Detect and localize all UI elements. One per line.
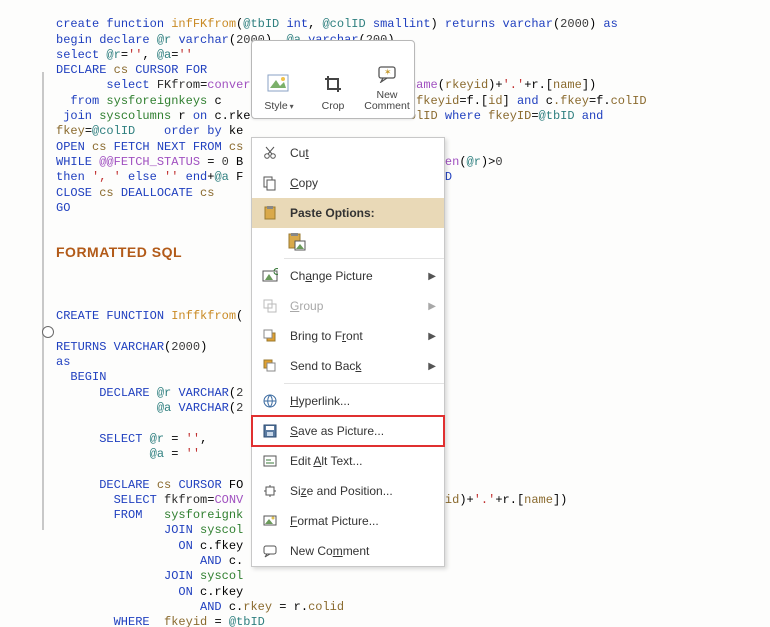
page: { "code_line1": "create function infFKfr… [0,0,770,627]
size-position-icon [258,481,282,501]
menu-item-cut-label: Cut [290,146,436,160]
group-icon [258,296,282,316]
chevron-down-icon: ▾ [290,102,294,111]
menu-item-hyperlink-label: Hyperlink... [290,394,436,408]
menu-item-format-picture-label: Format Picture... [290,514,436,528]
menu-item-paste-options[interactable]: Paste Options: [252,198,444,228]
menu-item-save-as-picture-label: Save as Picture... [290,424,436,438]
style-label: Style [264,100,287,112]
crop-label: Crop [322,100,345,112]
style-button[interactable]: Style▾ [252,41,306,118]
selection-bar [42,72,44,530]
paste-option-picture[interactable] [252,228,444,256]
bring-front-icon [258,326,282,346]
menu-item-send-to-back[interactable]: Send to Back ▶ [252,351,444,381]
menu-item-edit-alt-text-label: Edit Alt Text... [290,454,436,468]
context-menu: Cut Copy Paste Options: Change Picture ▶… [251,137,445,567]
format-picture-icon [258,511,282,531]
crop-button[interactable]: Crop [306,41,360,118]
menu-item-bring-to-front-label: Bring to Front [290,329,422,343]
menu-item-hyperlink[interactable]: Hyperlink... [252,386,444,416]
menu-item-send-to-back-label: Send to Back [290,359,422,373]
new-comment-icon: ✶ [375,62,399,86]
menu-item-change-picture[interactable]: Change Picture ▶ [252,261,444,291]
menu-item-size-position-label: Size and Position... [290,484,436,498]
svg-text:✶: ✶ [384,67,392,77]
copy-icon [258,173,282,193]
chevron-right-icon: ▶ [428,271,436,282]
crop-icon [321,72,345,96]
menu-item-paste-options-label: Paste Options: [290,206,436,220]
separator [284,258,444,259]
hyperlink-icon [258,391,282,411]
menu-item-cut[interactable]: Cut [252,138,444,168]
menu-item-bring-to-front[interactable]: Bring to Front ▶ [252,321,444,351]
change-picture-icon [258,266,282,286]
separator [284,383,444,384]
new-comment-label-2: Comment [364,100,410,112]
style-icon [267,72,291,96]
scissors-icon [258,143,282,163]
new-comment-icon [258,541,282,561]
picture-mini-toolbar: Style▾ Crop ✶ NewComment [251,40,415,119]
menu-item-copy[interactable]: Copy [252,168,444,198]
anchor-dot [42,326,54,338]
alt-text-icon [258,451,282,471]
new-comment-button[interactable]: ✶ NewComment [360,41,414,118]
chevron-right-icon: ▶ [428,301,436,312]
menu-item-new-comment[interactable]: New Comment [252,536,444,566]
chevron-right-icon: ▶ [428,331,436,342]
save-picture-icon [258,421,282,441]
menu-item-save-as-picture[interactable]: Save as Picture... [252,416,444,446]
menu-item-edit-alt-text[interactable]: Edit Alt Text... [252,446,444,476]
send-back-icon [258,356,282,376]
menu-item-group[interactable]: Group ▶ [252,291,444,321]
menu-item-group-label: Group [290,299,422,313]
menu-item-size-position[interactable]: Size and Position... [252,476,444,506]
menu-item-format-picture[interactable]: Format Picture... [252,506,444,536]
section-heading-formatted-sql: FORMATTED SQL [56,244,182,260]
paste-picture-icon [286,231,308,253]
clipboard-icon [258,203,282,223]
menu-item-change-picture-label: Change Picture [290,269,422,283]
menu-item-copy-label: Copy [290,176,436,190]
menu-item-new-comment-label: New Comment [290,544,436,558]
chevron-right-icon: ▶ [428,361,436,372]
